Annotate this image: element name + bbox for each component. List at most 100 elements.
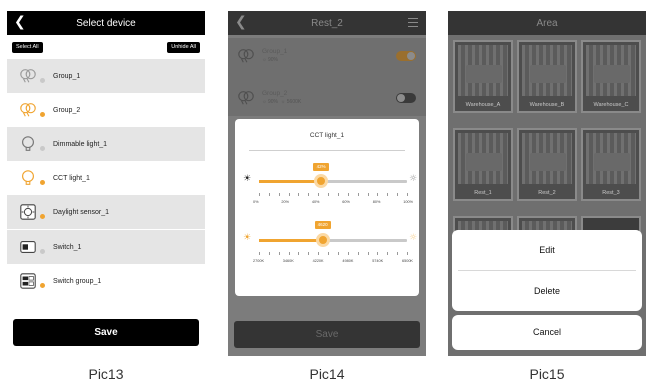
caption-pic13: Pic13 — [88, 366, 124, 382]
group-row-1[interactable]: Group_1 ☼ 90% — [228, 38, 426, 74]
tick-mark — [357, 252, 359, 255]
device-item-dimmable-light-1[interactable]: Dimmable light_1 — [7, 127, 205, 161]
tick-label: 5740K — [372, 259, 384, 263]
group-brightness: 90% — [267, 57, 278, 63]
bulb-icon — [22, 170, 34, 185]
save-button[interactable]: Save — [13, 319, 199, 346]
tick-mark — [318, 193, 320, 196]
area-label: Warehouse_B — [529, 102, 565, 108]
tick-mark — [259, 193, 260, 196]
tick-label: 80% — [372, 200, 381, 204]
switch-icon — [20, 241, 36, 253]
status-dot — [40, 145, 45, 151]
cct-slider[interactable] — [259, 233, 407, 247]
caption-pic14: Pic14 — [309, 366, 345, 382]
group-name: Group_1 — [262, 48, 288, 55]
area-tile[interactable]: Rest_1 — [453, 128, 513, 201]
page-title: Rest_2 — [311, 17, 343, 29]
device-item-switch-group-1[interactable]: Switch group_1 — [7, 264, 205, 298]
tick-mark — [308, 252, 310, 255]
area-tile[interactable]: Warehouse_A — [453, 40, 513, 113]
tick-mark — [367, 252, 369, 255]
toolbar: Select All Unhide All — [7, 35, 205, 59]
brightness-value-tag: 42% — [313, 163, 330, 171]
menu-icon[interactable] — [408, 18, 418, 27]
header-bar: Area — [448, 11, 646, 35]
tick-mark — [288, 252, 290, 255]
device-item-cct-light-1[interactable]: CCT light_1 — [7, 161, 205, 195]
group-name: Group_2 — [262, 90, 288, 97]
area-tile[interactable]: Warehouse_C — [581, 40, 641, 113]
tick-label: 60% — [342, 200, 350, 204]
cancel-sheet: Cancel — [452, 315, 642, 350]
brightness-slider[interactable] — [259, 174, 407, 188]
page-title: Select device — [76, 17, 136, 29]
area-photo — [522, 133, 572, 184]
status-dot — [40, 282, 45, 288]
tick-label: 2700K — [253, 259, 264, 263]
area-photo — [458, 133, 508, 184]
tick-mark — [337, 193, 339, 196]
select-all-button[interactable]: Select All — [12, 42, 43, 53]
group-bulbs-icon — [20, 103, 36, 117]
area-tile[interactable]: Rest_2 — [517, 128, 577, 201]
tick-mark — [328, 193, 330, 196]
area-label: Rest_1 — [474, 190, 492, 196]
divider — [249, 150, 405, 151]
tick-label: 4220K — [312, 259, 324, 263]
page-title: Area — [536, 17, 558, 29]
device-item-daylight-sensor-1[interactable]: Daylight sensor_1 — [7, 195, 205, 229]
group-bulbs-icon — [238, 91, 254, 105]
tick-mark — [387, 252, 389, 255]
tick-label: 6500K — [401, 259, 413, 263]
slider-thumb[interactable] — [314, 174, 329, 188]
tick-mark — [407, 252, 408, 255]
caption-pic15: Pic15 — [529, 366, 565, 382]
group-row-2[interactable]: Group_2 ☼ 90% ☼ 5600K — [228, 80, 426, 116]
cancel-button[interactable]: Cancel — [452, 315, 642, 350]
status-dot — [40, 213, 45, 219]
light-control-card: CCT light_1 ☀ ☼ 42% 0% 20% 40% 60% 80% 1… — [235, 119, 419, 296]
brightness-ticks — [259, 193, 408, 197]
tick-mark — [397, 193, 399, 196]
tick-mark — [298, 252, 300, 255]
chevron-left-icon[interactable]: ❮ — [14, 14, 26, 30]
group-list: Group_1 ☼ 90% Group_2 ☼ 90% ☼ 5600K — [228, 38, 426, 116]
status-dot — [40, 248, 45, 254]
tick-label: 4980K — [342, 259, 354, 263]
pic14-screen: ❮ Rest_2 Group_1 ☼ 90% Group_2 ☼ 90% ☼ 5… — [228, 11, 426, 356]
edit-button[interactable]: Edit — [452, 230, 642, 270]
unhide-all-button[interactable]: Unhide All — [167, 42, 200, 53]
header-bar: ❮ Select device — [7, 11, 205, 35]
tick-mark — [347, 193, 349, 196]
switch-group-icon — [20, 273, 36, 289]
tick-mark — [367, 193, 369, 196]
area-photo — [458, 45, 508, 96]
tick-mark — [298, 193, 300, 196]
device-item-group-2[interactable]: Group_2 — [7, 93, 205, 127]
group-toggle[interactable] — [396, 93, 416, 103]
pic13-screen: ❮ Select device Select All Unhide All Gr… — [7, 11, 205, 356]
sun-dark-icon: ☀ — [243, 174, 252, 184]
warm-sun-icon: ☀ — [243, 233, 252, 243]
area-photo — [522, 45, 572, 96]
group-brightness: 90% — [267, 99, 278, 105]
device-item-switch-1[interactable]: Switch_1 — [7, 230, 205, 264]
chevron-left-icon[interactable]: ❮ — [235, 14, 247, 30]
action-sheet: Edit Delete — [452, 230, 642, 311]
slider-thumb[interactable] — [315, 233, 330, 247]
group-toggle[interactable] — [396, 51, 416, 61]
tick-mark — [268, 193, 270, 196]
save-button[interactable]: Save — [234, 321, 420, 348]
cool-sun-icon: ☼ — [409, 233, 418, 243]
tick-label: 0% — [253, 200, 259, 204]
pic15-screen: Area Warehouse_A Warehouse_B Warehouse_C… — [448, 11, 646, 356]
delete-button[interactable]: Delete — [452, 271, 642, 311]
area-tile[interactable]: Rest_3 — [581, 128, 641, 201]
tick-label: 20% — [281, 200, 289, 204]
area-tile[interactable]: Warehouse_B — [517, 40, 577, 113]
device-item-group-1[interactable]: Group_1 — [7, 59, 205, 93]
tick-mark — [308, 193, 310, 196]
tick-mark — [268, 252, 270, 255]
area-photo — [586, 45, 636, 96]
